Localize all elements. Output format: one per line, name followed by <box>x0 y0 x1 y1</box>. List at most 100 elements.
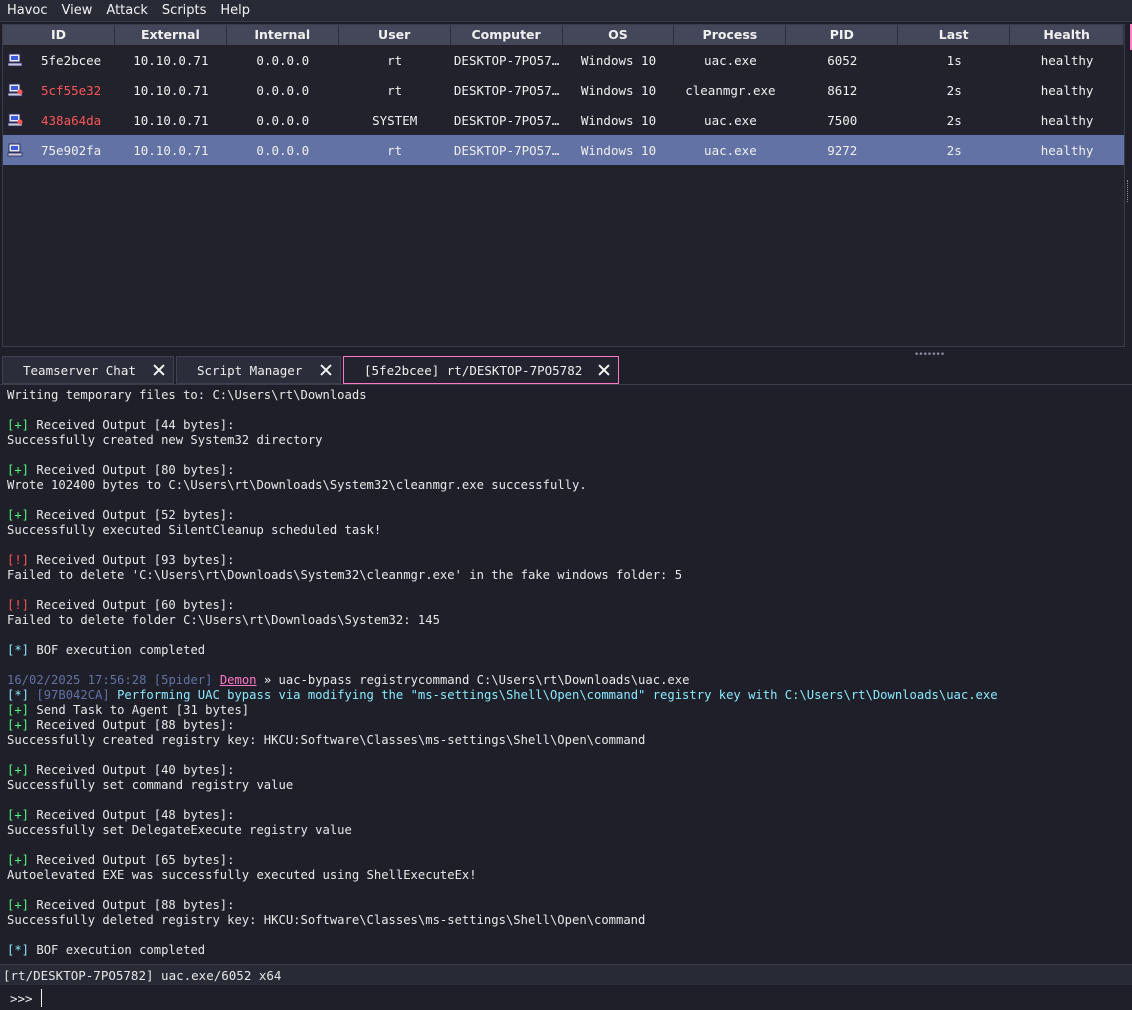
menu-scripts[interactable]: Scripts <box>155 0 213 21</box>
console-line: [+] Send Task to Agent [31 bytes] <box>7 703 1125 718</box>
tab-label: [5fe2bcee] rt/DESKTOP-7PO5782 <box>364 362 583 378</box>
computer-agent-icon <box>7 83 23 97</box>
cell-pid: 8612 <box>827 82 858 98</box>
command-prompt: >>> <box>10 990 33 1006</box>
cell-id: 75e902fa <box>3 143 115 158</box>
console-line: [!] Received Output [60 bytes]: <box>7 598 1125 613</box>
cell-computer: DESKTOP-7PO57… <box>453 52 560 68</box>
prefix-success: [+] <box>7 898 30 912</box>
cell-external: 10.10.0.71 <box>133 142 209 158</box>
menu-havoc[interactable]: Havoc <box>0 0 55 21</box>
prefix-success: [+] <box>7 763 30 777</box>
column-header-computer[interactable]: Computer <box>451 25 563 45</box>
cell-user: SYSTEM <box>372 112 418 128</box>
close-icon[interactable] <box>320 364 332 376</box>
console-line: [+] Received Output [65 bytes]: <box>7 853 1125 868</box>
prefix-success: [+] <box>7 463 30 477</box>
column-header-id[interactable]: ID <box>3 25 115 45</box>
scrollbar-grip[interactable] <box>1127 180 1130 202</box>
cell-id: 5cf55e32 <box>3 83 115 98</box>
column-header-health[interactable]: Health <box>1010 25 1124 45</box>
cell-process: uac.exe <box>704 112 757 128</box>
column-header-user[interactable]: User <box>339 25 451 45</box>
message-text: Received Output [60 bytes]: <box>29 598 235 612</box>
column-header-os[interactable]: OS <box>563 25 675 45</box>
console-line: Failed to delete folder C:\Users\rt\Down… <box>7 613 1125 628</box>
column-header-internal[interactable]: Internal <box>227 25 339 45</box>
cell-computer: DESKTOP-7PO57… <box>453 112 560 128</box>
output-text: Successfully set command registry value <box>7 778 294 792</box>
menu-help[interactable]: Help <box>213 0 257 21</box>
tab-0[interactable]: Teamserver Chat <box>2 356 174 384</box>
message-text: BOF execution completed <box>29 643 206 657</box>
output-text: Autoelevated EXE was successfully execut… <box>7 868 477 882</box>
cell-os: Windows 10 <box>580 82 657 98</box>
message-text: Received Output [65 bytes]: <box>29 853 235 867</box>
cell-os: Windows 10 <box>580 112 657 128</box>
command-input[interactable] <box>40 989 1110 1007</box>
table-row[interactable]: 438a64da 10.10.0.71 0.0.0.0 SYSTEM DESKTOP-7… <box>3 105 1124 135</box>
agent-type-link[interactable]: Demon <box>220 673 257 687</box>
console-line: [*] [97B042CA] Performing UAC bypass via… <box>7 688 1125 703</box>
cell-user: rt <box>387 52 403 68</box>
console-line: Successfully executed SilentCleanup sche… <box>7 523 1125 538</box>
cell-os: Windows 10 <box>580 142 657 158</box>
column-header-external[interactable]: External <box>115 25 227 45</box>
cell-id: 438a64da <box>3 113 115 128</box>
cell-process: cleanmgr.exe <box>685 82 776 98</box>
cell-id: 5fe2bcee <box>3 53 115 68</box>
tab-2[interactable]: [5fe2bcee] rt/DESKTOP-7PO5782 <box>343 356 619 384</box>
column-header-process[interactable]: Process <box>674 25 787 45</box>
cell-process: uac.exe <box>704 142 757 158</box>
cell-pid: 6052 <box>827 52 858 68</box>
console-line: [+] Received Output [40 bytes]: <box>7 763 1125 778</box>
message-text: Send Task to Agent [31 bytes] <box>29 703 250 717</box>
message-text: Received Output [44 bytes]: <box>29 418 235 432</box>
table-row[interactable]: 5fe2bcee 10.10.0.71 0.0.0.0 rt DESKTOP-7PO57… <box>3 45 1124 75</box>
table-row[interactable]: 75e902fa 10.10.0.71 0.0.0.0 rt DESKTOP-7PO57… <box>3 135 1124 165</box>
menu-attack[interactable]: Attack <box>99 0 155 21</box>
cell-last: 1s <box>946 52 962 68</box>
close-icon[interactable] <box>153 364 165 376</box>
prefix-error: [!] <box>7 598 30 612</box>
output-text: Successfully set DelegateExecute registr… <box>7 823 352 837</box>
prefix-success: [+] <box>7 703 30 717</box>
cell-computer: DESKTOP-7PO57… <box>453 142 560 158</box>
agent-id: 5fe2bcee <box>41 52 102 68</box>
cell-computer: DESKTOP-7PO57… <box>453 82 560 98</box>
cell-last: 2s <box>946 142 962 158</box>
close-icon[interactable] <box>598 364 610 376</box>
output-text: Writing temporary files to: C:\Users\rt\… <box>7 388 367 402</box>
cell-pid: 7500 <box>827 112 858 128</box>
cell-health: healthy <box>1040 142 1094 158</box>
cell-internal: 0.0.0.0 <box>256 82 310 98</box>
output-text: Successfully deleted registry key: HKCU:… <box>7 913 646 927</box>
console-line: [+] Received Output [44 bytes]: <box>7 418 1125 433</box>
menu-view[interactable]: View <box>55 0 100 21</box>
console-line: [*] BOF execution completed <box>7 943 1125 958</box>
console-line: Wrote 102400 bytes to C:\Users\rt\Downlo… <box>7 478 1125 493</box>
sessions-table: ID External Internal User Computer OS Process P… <box>2 24 1125 347</box>
console-line: [+] Received Output [88 bytes]: <box>7 718 1125 733</box>
console-line: Successfully set command registry value <box>7 778 1125 793</box>
console-line: Failed to delete 'C:\Users\rt\Downloads\… <box>7 568 1125 583</box>
tab-1[interactable]: Script Manager <box>176 356 341 384</box>
output-text: Successfully executed SilentCleanup sche… <box>7 523 382 537</box>
message-text: Received Output [48 bytes]: <box>29 808 235 822</box>
column-header-last[interactable]: Last <box>898 25 1011 45</box>
table-row[interactable]: 5cf55e32 10.10.0.71 0.0.0.0 rt DESKTOP-7PO57… <box>3 75 1124 105</box>
agent-id: 5cf55e32 <box>41 82 102 98</box>
cell-process: uac.exe <box>704 52 757 68</box>
cell-last: 2s <box>946 82 962 98</box>
agent-status-bar: [rt/DESKTOP-7PO5782] uac.exe/6052 x64 <box>0 964 1132 985</box>
column-header-pid[interactable]: PID <box>786 25 899 45</box>
